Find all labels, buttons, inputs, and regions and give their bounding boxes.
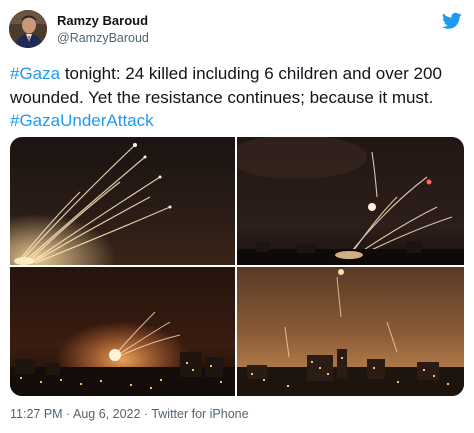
avatar[interactable] bbox=[9, 10, 47, 48]
twitter-bird-icon[interactable] bbox=[442, 12, 462, 30]
tweet-body: tonight: 24 killed including 6 children … bbox=[10, 64, 442, 107]
meta-separator: · bbox=[140, 407, 152, 421]
photo-4[interactable] bbox=[237, 267, 464, 396]
photo-3[interactable] bbox=[10, 267, 235, 396]
tweet-date[interactable]: Aug 6, 2022 bbox=[73, 407, 140, 421]
photo-1[interactable] bbox=[10, 137, 235, 265]
photo-rocket-trails-1 bbox=[10, 137, 235, 265]
media-grid bbox=[10, 137, 464, 396]
photo-2[interactable] bbox=[237, 137, 464, 265]
tweet-time[interactable]: 11:27 PM bbox=[10, 407, 63, 421]
tweet-metadata: 11:27 PM · Aug 6, 2022 · Twitter for iPh… bbox=[10, 407, 249, 421]
photo-rocket-launch-city bbox=[10, 267, 235, 396]
author-handle[interactable]: @RamzyBaroud bbox=[57, 31, 149, 45]
photo-rocket-trails-2 bbox=[237, 137, 464, 265]
meta-separator: · bbox=[62, 407, 73, 421]
tweet-card[interactable]: Ramzy Baroud @RamzyBaroud #Gaza tonight:… bbox=[0, 0, 474, 433]
author-name[interactable]: Ramzy Baroud bbox=[57, 13, 148, 28]
avatar-image bbox=[9, 10, 47, 48]
tweet-text: #Gaza tonight: 24 killed including 6 chi… bbox=[10, 62, 466, 133]
hashtag-gaza-under-attack[interactable]: #GazaUnderAttack bbox=[10, 111, 154, 130]
photo-orange-sky-city bbox=[237, 267, 464, 396]
tweet-source[interactable]: Twitter for iPhone bbox=[151, 407, 248, 421]
hashtag-gaza[interactable]: #Gaza bbox=[10, 64, 60, 83]
